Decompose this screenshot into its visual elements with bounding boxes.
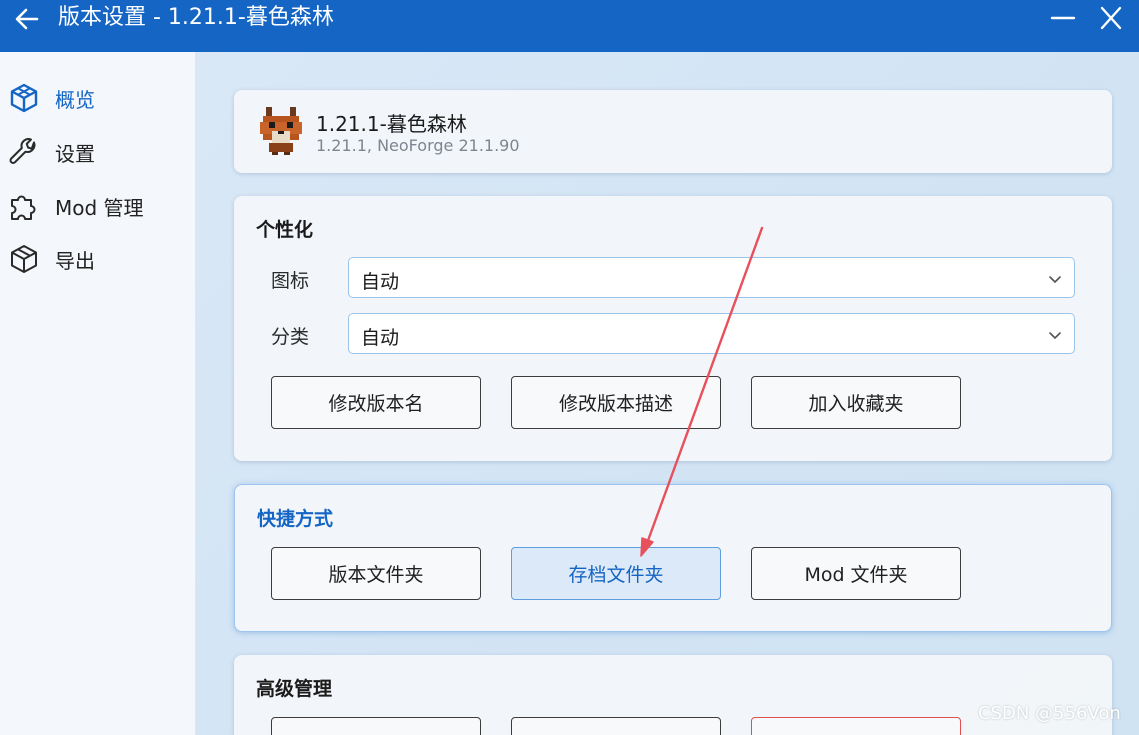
watermark: CSDN @556Von	[978, 703, 1121, 724]
personalize-title: 个性化	[256, 219, 314, 241]
shortcuts-title: 快捷方式	[257, 508, 334, 530]
advanced-button-2[interactable]	[511, 717, 721, 735]
puzzle-icon	[11, 195, 36, 220]
version-folder-button[interactable]: 版本文件夹	[271, 547, 481, 600]
advanced-title: 高级管理	[256, 678, 333, 700]
category-select[interactable]: 自动	[348, 313, 1075, 354]
icon-label: 图标	[271, 270, 310, 292]
shortcuts-card: 快捷方式 版本文件夹 存档文件夹 Mod 文件夹	[234, 484, 1112, 632]
icon-select-value: 自动	[361, 271, 400, 293]
mods-folder-button[interactable]: Mod 文件夹	[751, 547, 961, 600]
box-icon	[11, 245, 37, 273]
wrench-icon	[9, 138, 36, 164]
sidebar-item-label: 设置	[55, 141, 95, 166]
edit-description-button[interactable]: 修改版本描述	[511, 376, 721, 429]
icon-select[interactable]: 自动	[348, 257, 1075, 298]
sidebar-item-export[interactable]: 导出	[0, 239, 196, 279]
sidebar-item-label: 概览	[55, 87, 95, 112]
instance-info-card: 1.21.1-暮色森林 1.21.1, NeoForge 21.1.90	[234, 90, 1112, 173]
chevron-down-icon	[1049, 276, 1061, 283]
back-button[interactable]	[12, 4, 42, 34]
sidebar: 概览 设置 Mod 管理 导出	[0, 52, 196, 735]
sidebar-item-label: 导出	[55, 248, 95, 273]
advanced-button-danger[interactable]	[751, 717, 961, 735]
close-button[interactable]	[1096, 4, 1126, 32]
chevron-down-icon	[1049, 332, 1061, 339]
category-label: 分类	[271, 326, 310, 348]
minimize-button[interactable]	[1048, 4, 1078, 32]
sidebar-item-overview[interactable]: 概览	[0, 78, 196, 118]
title-bar: 版本设置 - 1.21.1-暮色森林	[0, 0, 1139, 52]
saves-folder-button[interactable]: 存档文件夹	[511, 547, 721, 600]
add-favorite-button[interactable]: 加入收藏夹	[751, 376, 961, 429]
sidebar-item-label: Mod 管理	[55, 195, 144, 220]
instance-name: 1.21.1-暮色森林	[316, 112, 467, 136]
sidebar-item-mods[interactable]: Mod 管理	[0, 186, 196, 226]
advanced-button-1[interactable]	[271, 717, 481, 735]
rename-version-button[interactable]: 修改版本名	[271, 376, 481, 429]
category-select-value: 自动	[361, 327, 400, 349]
close-icon	[1100, 6, 1122, 30]
cube-icon	[10, 83, 38, 113]
minimize-icon	[1050, 16, 1076, 20]
sidebar-item-settings[interactable]: 设置	[0, 132, 196, 172]
instance-details: 1.21.1, NeoForge 21.1.90	[316, 136, 520, 155]
fox-pixel-icon	[260, 107, 302, 155]
window-title: 版本设置 - 1.21.1-暮色森林	[58, 5, 334, 30]
personalize-card: 个性化 图标 自动 分类 自动 修改版本名 修改版本描述 加入收藏夹	[234, 196, 1112, 461]
arrow-left-icon	[15, 8, 39, 30]
